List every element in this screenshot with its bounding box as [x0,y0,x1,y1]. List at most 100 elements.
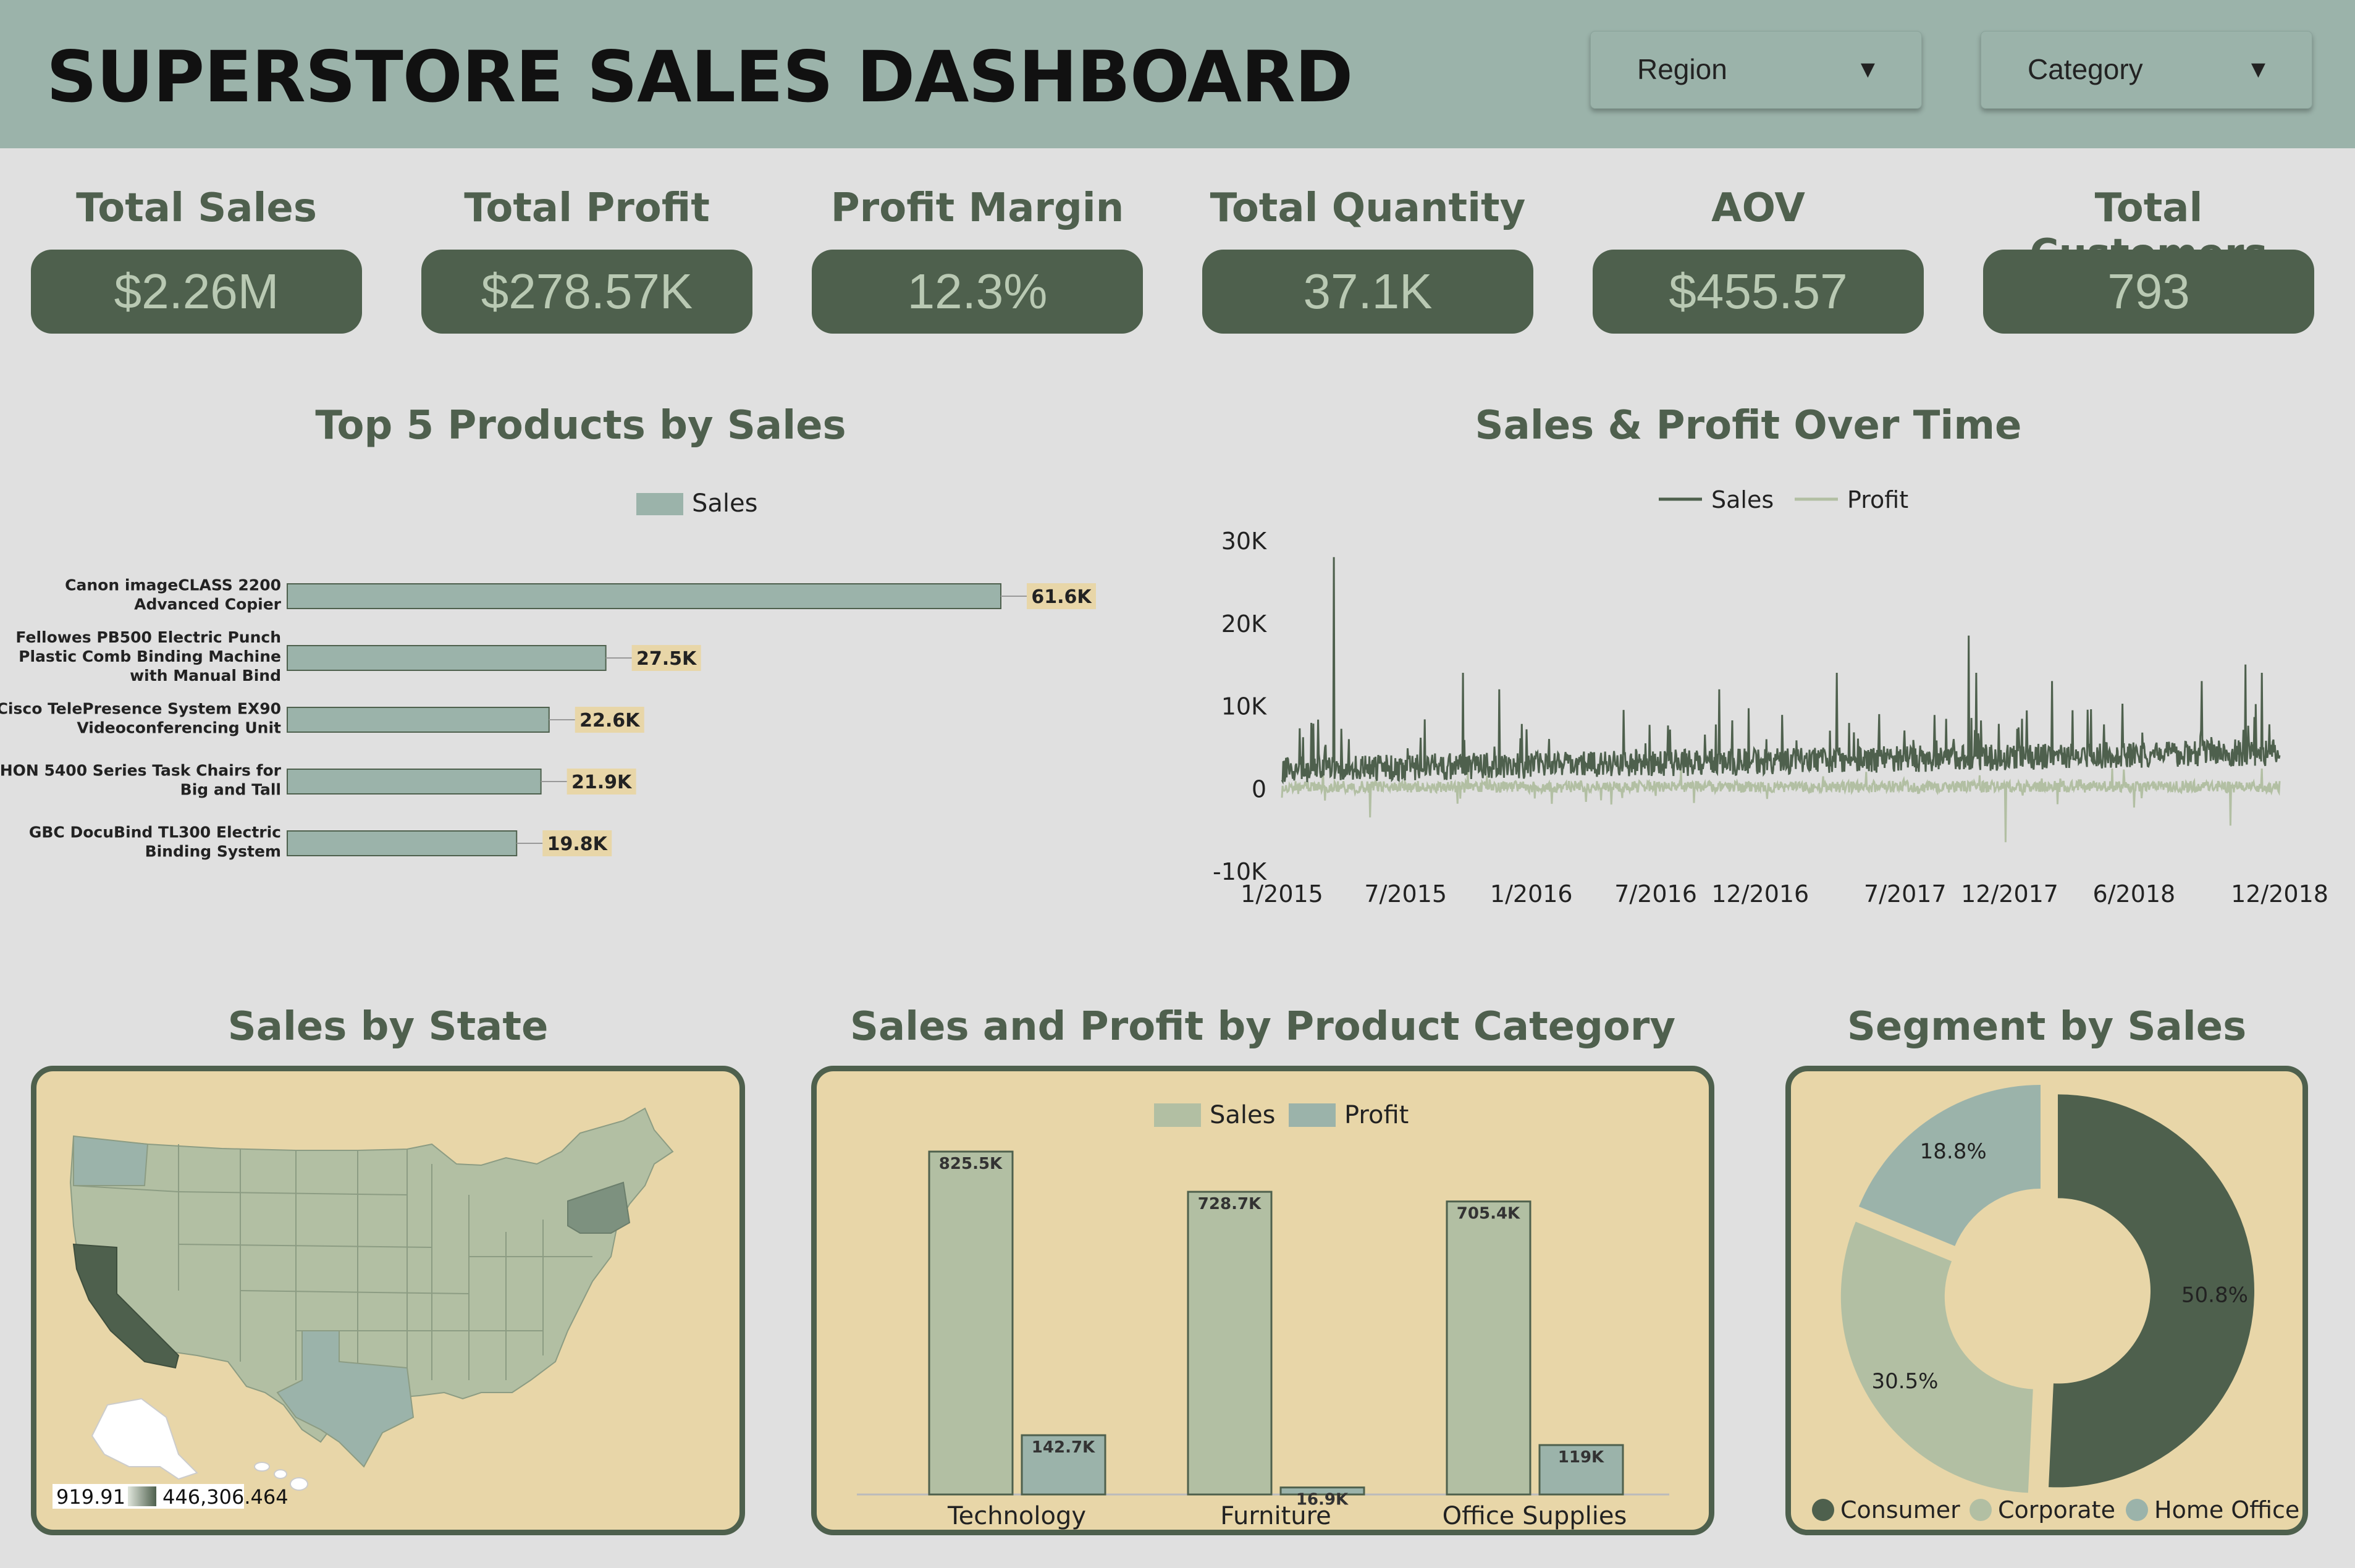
segment-legend-marker [1970,1499,1992,1521]
top5-chart-title: Top 5 Products by Sales [315,403,846,449]
category-bar-label: 825.5K [939,1155,1003,1173]
caret-down-icon: ▼ [1860,59,1875,80]
top5-bar [287,645,607,671]
timeline-y-tick: 20K [1221,610,1267,638]
legend-sales-label: Sales [1711,486,1774,513]
category-bar-chart: Sales Profit 825.5K 142.7K Technology 728.7… [857,1101,1669,1530]
timeline-x-tick: 6/2018 [2093,880,2176,908]
sales-profit-timeline-chart: Sales Profit 30K20K10K0-10K1/2015 7/2015 1… [1213,486,2328,908]
kpi-value-total-customers: 793 [1983,250,2314,334]
timeline-y-tick: 0 [1252,775,1266,803]
kpi-title-aov: AOV [1711,185,1805,231]
segment-donut-chart: 50.8% 30.5% 18.8% Consumer Corporate Home Of… [1812,1085,2299,1524]
category-bar-label: 728.7K [1198,1195,1262,1213]
top5-bar [287,769,542,795]
category-x-label: Technology [947,1502,1086,1530]
sales-series-line [1281,557,2281,785]
category-filter-dropdown[interactable]: Category ▼ [1981,31,2312,109]
category-legend-profit-swatch [1289,1103,1336,1127]
top5-value-label: 22.6K [579,710,641,731]
category-bar-label: 142.7K [1032,1438,1095,1457]
category-legend-sales-label: Sales [1210,1101,1275,1129]
map-title: Sales by State [227,1004,549,1050]
top5-value-label: 21.9K [571,772,633,793]
top5-category-label: Big and Tall [180,781,281,799]
category-chart-title: Sales and Profit by Product Category [849,1004,1676,1050]
state-washington [73,1135,149,1186]
top5-products-chart: Sales 61.6K Canon imageCLASS 2200 Advanced… [0,489,1096,861]
region-filter-label: Region [1637,53,1727,85]
category-bar-label: 119K [1558,1448,1604,1467]
timeline-x-tick: 1/2016 [1490,880,1573,908]
category-x-label: Furniture [1220,1502,1331,1530]
top5-category-label: Cisco TelePresence System EX90 [0,700,281,718]
timeline-chart-title: Sales & Profit Over Time [1475,403,2022,449]
timeline-y-tick: 10K [1221,693,1267,720]
category-x-label: Office Supplies [1443,1502,1627,1530]
top5-category-label: Fellowes PB500 Electric Punch [15,628,281,646]
segment-chart-title: Segment by Sales [1847,1004,2247,1050]
timeline-x-tick: 7/2016 [1614,880,1697,908]
top5-category-label: Plastic Comb Binding Machine [19,647,281,665]
top5-bar [287,707,550,733]
kpi-title-total-sales: Total Sales [76,185,317,231]
kpi-value-total-sales: $2.26M [31,250,362,334]
segment-slice-corporate [1840,1221,2033,1493]
segment-legend-marker [1812,1499,1834,1521]
segment-slice-home-office [1858,1085,2041,1246]
kpi-title-profit-margin: Profit Margin [830,185,1124,231]
profit-series-line [1281,767,2281,843]
segment-slice-label: 18.8% [1920,1139,1987,1164]
timeline-x-tick: 12/2017 [1961,880,2058,908]
top5-bar [287,830,518,856]
segment-legend-label: Consumer [1840,1496,1960,1524]
timeline-x-tick: 12/2016 [1711,880,1809,908]
category-filter-label: Category [2028,53,2143,85]
caret-down-icon: ▼ [2251,59,2265,80]
map-legend-max: 446,306.464 [162,1485,289,1509]
top5-category-label: with Manual Bind [130,667,281,685]
top5-category-label: HON 5400 Series Task Chairs for [0,762,282,780]
top5-category-label: Canon imageCLASS 2200 [65,576,281,594]
segment-panel: 50.8% 30.5% 18.8% Consumer Corporate Home Of… [1785,1066,2308,1535]
category-legend-sales-swatch [1154,1103,1201,1127]
top5-legend-label: Sales [692,489,757,518]
top5-category-label: GBC DocuBind TL300 Electric [29,824,281,841]
timeline-x-tick: 7/2017 [1864,880,1947,908]
top5-bar [287,583,1001,609]
timeline-y-tick: 30K [1221,528,1267,555]
kpi-value-total-quantity: 37.1K [1202,250,1533,334]
timeline-x-tick: 12/2018 [2231,880,2328,908]
category-legend-profit-label: Profit [1344,1101,1409,1129]
legend-profit-label: Profit [1847,486,1908,513]
kpi-value-total-profit: $278.57K [421,250,752,334]
category-bar-label: 705.4K [1457,1205,1520,1223]
kpi-title-total-quantity: Total Quantity [1210,185,1526,231]
dashboard-title: SUPERSTORE SALES DASHBOARD [46,36,1353,118]
segment-legend-label: Corporate [1998,1496,2115,1524]
top5-legend-swatch [636,493,683,515]
category-bar-sales [1187,1191,1273,1496]
kpi-title-total-profit: Total Profit [464,185,710,231]
segment-legend-marker [2126,1499,2148,1521]
category-bar-sales [1446,1200,1531,1496]
top5-value-label: 19.8K [547,833,609,855]
category-panel: Sales Profit 825.5K 142.7K Technology 728.7… [811,1066,1714,1535]
segment-slice-label: 30.5% [1871,1369,1938,1394]
segment-legend-label: Home Office [2154,1496,2299,1524]
top5-category-label: Binding System [145,843,281,861]
top5-category-label: Videoconferencing Unit [77,719,281,737]
top5-value-label: 61.6K [1031,586,1092,608]
region-filter-dropdown[interactable]: Region ▼ [1590,31,1922,109]
kpi-value-aov: $455.57 [1593,250,1924,334]
state-alaska [91,1397,198,1480]
top5-value-label: 27.5K [636,648,697,670]
category-bar-sales [928,1150,1014,1496]
map-legend-min: 919.91 [56,1485,125,1509]
timeline-x-tick: 1/2015 [1241,880,1323,908]
map-legend-gradient [128,1486,156,1506]
us-states-map: 919.91 446,306.464 [53,1107,674,1509]
timeline-x-tick: 7/2015 [1364,880,1447,908]
top5-category-label: Advanced Copier [134,596,282,613]
kpi-value-profit-margin: 12.3% [812,250,1143,334]
